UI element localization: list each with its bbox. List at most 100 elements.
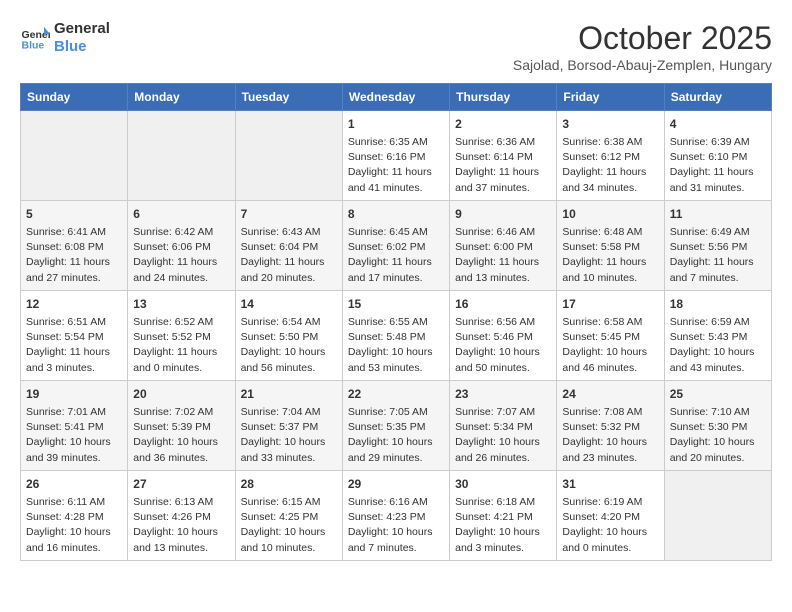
calendar-cell: 27 Sunrise: 6:13 AMSunset: 4:26 PMDayligh… [128, 471, 235, 561]
calendar-cell: 1 Sunrise: 6:35 AMSunset: 6:16 PMDaylight… [342, 111, 449, 201]
day-info: Sunrise: 6:48 AMSunset: 5:58 PMDaylight:… [562, 225, 658, 286]
calendar-cell: 12 Sunrise: 6:51 AMSunset: 5:54 PMDayligh… [21, 291, 128, 381]
day-number: 12 [26, 295, 122, 313]
day-info: Sunrise: 6:13 AMSunset: 4:26 PMDaylight:… [133, 495, 229, 556]
logo: General Blue General Blue [20, 20, 110, 56]
day-number: 3 [562, 115, 658, 133]
day-number: 7 [241, 205, 337, 223]
calendar-cell: 22 Sunrise: 7:05 AMSunset: 5:35 PMDayligh… [342, 381, 449, 471]
calendar-cell: 17Sunrise: 6:58 AMSunset: 5:45 PMDayligh… [557, 291, 664, 381]
header-cell-thursday: Thursday [450, 84, 557, 111]
calendar-cell: 9 Sunrise: 6:46 AMSunset: 6:00 PMDaylight… [450, 201, 557, 291]
day-info: Sunrise: 6:19 AMSunset: 4:20 PMDaylight:… [562, 495, 658, 556]
header-row: SundayMondayTuesdayWednesdayThursdayFrid… [21, 84, 772, 111]
day-info: Sunrise: 6:18 AMSunset: 4:21 PMDaylight:… [455, 495, 551, 556]
calendar-cell: 23 Sunrise: 7:07 AMSunset: 5:34 PMDayligh… [450, 381, 557, 471]
day-info: Sunrise: 6:38 AMSunset: 6:12 PMDaylight:… [562, 135, 658, 196]
day-info: Sunrise: 6:42 AMSunset: 6:06 PMDaylight:… [133, 225, 229, 286]
day-info: Sunrise: 6:59 AMSunset: 5:43 PMDaylight:… [670, 315, 766, 376]
calendar-cell: 25Sunrise: 7:10 AMSunset: 5:30 PMDayligh… [664, 381, 771, 471]
calendar-cell: 14Sunrise: 6:54 AMSunset: 5:50 PMDayligh… [235, 291, 342, 381]
calendar-cell: 30 Sunrise: 6:18 AMSunset: 4:21 PMDayligh… [450, 471, 557, 561]
day-info: Sunrise: 6:16 AMSunset: 4:23 PMDaylight:… [348, 495, 444, 556]
day-number: 8 [348, 205, 444, 223]
day-info: Sunrise: 6:55 AMSunset: 5:48 PMDaylight:… [348, 315, 444, 376]
day-number: 23 [455, 385, 551, 403]
calendar-week-1: 5 Sunrise: 6:41 AMSunset: 6:08 PMDaylight… [21, 201, 772, 291]
day-info: Sunrise: 6:11 AMSunset: 4:28 PMDaylight:… [26, 495, 122, 556]
header-cell-monday: Monday [128, 84, 235, 111]
day-number: 22 [348, 385, 444, 403]
day-number: 19 [26, 385, 122, 403]
day-info: Sunrise: 7:04 AMSunset: 5:37 PMDaylight:… [241, 405, 337, 466]
day-info: Sunrise: 7:05 AMSunset: 5:35 PMDaylight:… [348, 405, 444, 466]
day-info: Sunrise: 6:58 AMSunset: 5:45 PMDaylight:… [562, 315, 658, 376]
logo-icon: General Blue [20, 23, 50, 53]
title-block: October 2025 Sajolad, Borsod-Abauj-Zempl… [513, 20, 772, 73]
calendar-cell [235, 111, 342, 201]
calendar-week-4: 26 Sunrise: 6:11 AMSunset: 4:28 PMDayligh… [21, 471, 772, 561]
day-number: 20 [133, 385, 229, 403]
calendar-cell: 8Sunrise: 6:45 AMSunset: 6:02 PMDaylight… [342, 201, 449, 291]
day-info: Sunrise: 6:41 AMSunset: 6:08 PMDaylight:… [26, 225, 122, 286]
calendar-cell: 4 Sunrise: 6:39 AMSunset: 6:10 PMDaylight… [664, 111, 771, 201]
calendar-week-3: 19 Sunrise: 7:01 AMSunset: 5:41 PMDayligh… [21, 381, 772, 471]
svg-text:Blue: Blue [22, 40, 45, 52]
calendar-cell [664, 471, 771, 561]
day-number: 24 [562, 385, 658, 403]
header-cell-wednesday: Wednesday [342, 84, 449, 111]
day-number: 26 [26, 475, 122, 493]
calendar-cell: 13 Sunrise: 6:52 AMSunset: 5:52 PMDayligh… [128, 291, 235, 381]
day-info: Sunrise: 6:36 AMSunset: 6:14 PMDaylight:… [455, 135, 551, 196]
day-info: Sunrise: 6:56 AMSunset: 5:46 PMDaylight:… [455, 315, 551, 376]
day-info: Sunrise: 6:15 AMSunset: 4:25 PMDaylight:… [241, 495, 337, 556]
day-info: Sunrise: 6:46 AMSunset: 6:00 PMDaylight:… [455, 225, 551, 286]
calendar-cell [21, 111, 128, 201]
calendar-cell: 6 Sunrise: 6:42 AMSunset: 6:06 PMDaylight… [128, 201, 235, 291]
calendar-cell: 26 Sunrise: 6:11 AMSunset: 4:28 PMDayligh… [21, 471, 128, 561]
day-number: 9 [455, 205, 551, 223]
day-info: Sunrise: 7:01 AMSunset: 5:41 PMDaylight:… [26, 405, 122, 466]
calendar-cell: 19 Sunrise: 7:01 AMSunset: 5:41 PMDayligh… [21, 381, 128, 471]
header-cell-friday: Friday [557, 84, 664, 111]
day-number: 6 [133, 205, 229, 223]
day-info: Sunrise: 6:52 AMSunset: 5:52 PMDaylight:… [133, 315, 229, 376]
day-number: 28 [241, 475, 337, 493]
page-header: General Blue General Blue October 2025 S… [20, 20, 772, 73]
day-number: 21 [241, 385, 337, 403]
calendar-cell: 21 Sunrise: 7:04 AMSunset: 5:37 PMDayligh… [235, 381, 342, 471]
header-cell-saturday: Saturday [664, 84, 771, 111]
day-info: Sunrise: 7:10 AMSunset: 5:30 PMDaylight:… [670, 405, 766, 466]
day-number: 1 [348, 115, 444, 133]
calendar-cell: 15Sunrise: 6:55 AMSunset: 5:48 PMDayligh… [342, 291, 449, 381]
day-info: Sunrise: 7:02 AMSunset: 5:39 PMDaylight:… [133, 405, 229, 466]
day-info: Sunrise: 6:49 AMSunset: 5:56 PMDaylight:… [670, 225, 766, 286]
day-number: 16 [455, 295, 551, 313]
day-info: Sunrise: 6:39 AMSunset: 6:10 PMDaylight:… [670, 135, 766, 196]
day-number: 27 [133, 475, 229, 493]
calendar-week-0: 1 Sunrise: 6:35 AMSunset: 6:16 PMDaylight… [21, 111, 772, 201]
day-number: 29 [348, 475, 444, 493]
day-number: 31 [562, 475, 658, 493]
calendar-cell: 24Sunrise: 7:08 AMSunset: 5:32 PMDayligh… [557, 381, 664, 471]
day-number: 11 [670, 205, 766, 223]
calendar-cell: 16 Sunrise: 6:56 AMSunset: 5:46 PMDayligh… [450, 291, 557, 381]
header-cell-tuesday: Tuesday [235, 84, 342, 111]
calendar-cell [128, 111, 235, 201]
calendar-week-2: 12 Sunrise: 6:51 AMSunset: 5:54 PMDayligh… [21, 291, 772, 381]
day-number: 5 [26, 205, 122, 223]
day-number: 13 [133, 295, 229, 313]
logo-line1: General [54, 20, 110, 38]
day-info: Sunrise: 7:07 AMSunset: 5:34 PMDaylight:… [455, 405, 551, 466]
month-title: October 2025 [513, 20, 772, 57]
calendar-cell: 20 Sunrise: 7:02 AMSunset: 5:39 PMDayligh… [128, 381, 235, 471]
calendar-table: SundayMondayTuesdayWednesdayThursdayFrid… [20, 83, 772, 561]
day-number: 4 [670, 115, 766, 133]
day-number: 30 [455, 475, 551, 493]
calendar-cell: 3 Sunrise: 6:38 AMSunset: 6:12 PMDaylight… [557, 111, 664, 201]
day-info: Sunrise: 6:54 AMSunset: 5:50 PMDaylight:… [241, 315, 337, 376]
header-cell-sunday: Sunday [21, 84, 128, 111]
day-info: Sunrise: 6:35 AMSunset: 6:16 PMDaylight:… [348, 135, 444, 196]
logo-line2: Blue [54, 38, 110, 56]
day-info: Sunrise: 6:51 AMSunset: 5:54 PMDaylight:… [26, 315, 122, 376]
